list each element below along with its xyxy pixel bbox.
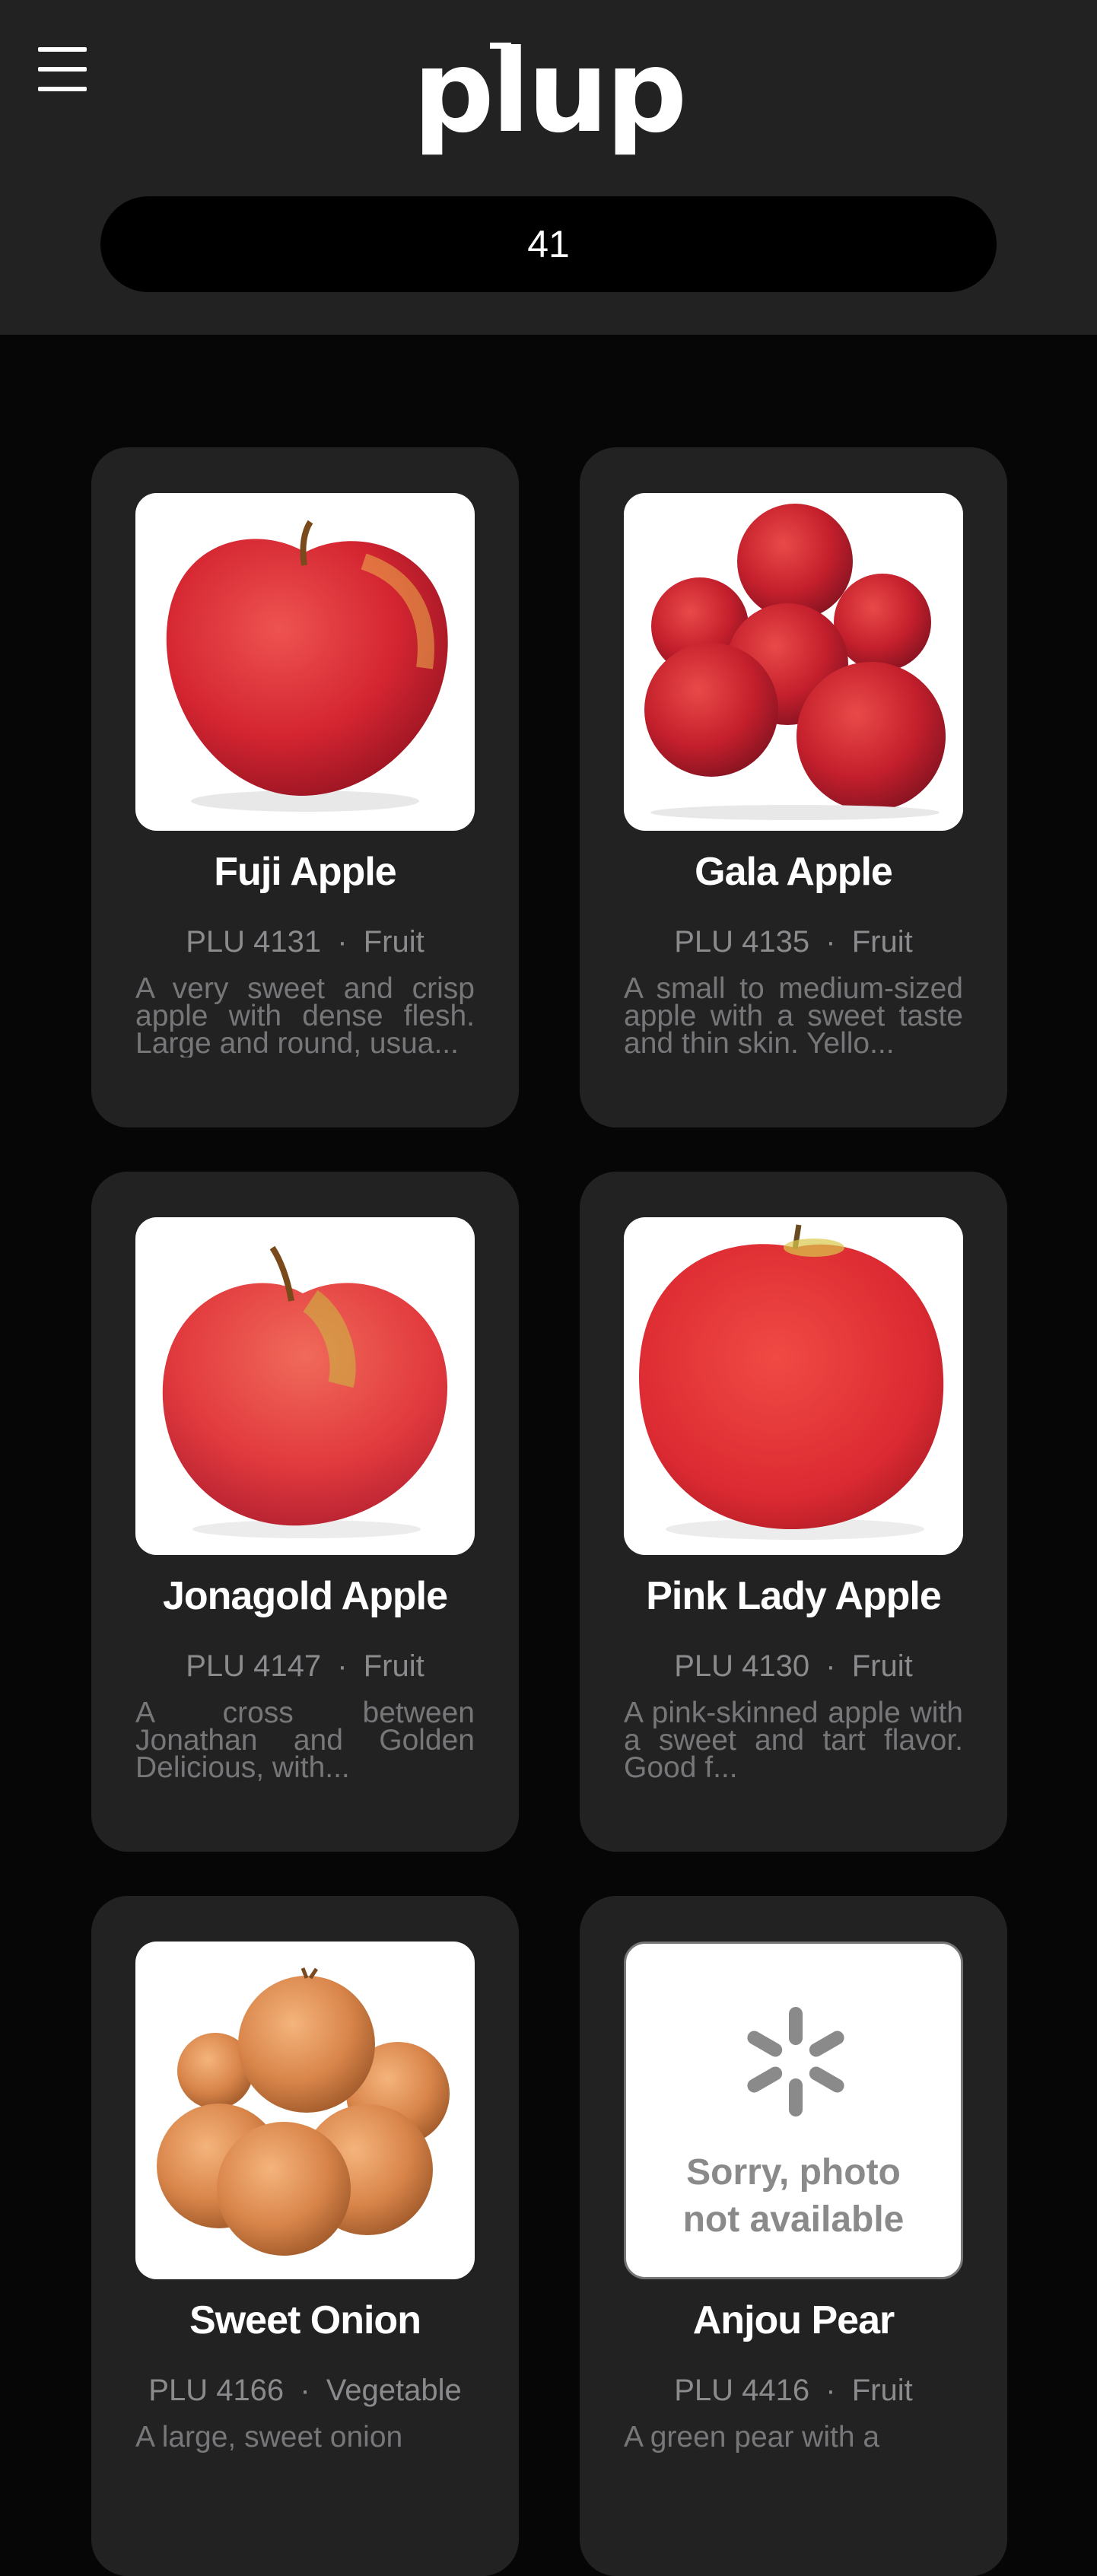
placeholder-line-1: Sorry, photo [686, 2152, 901, 2193]
product-plu: PLU 4166 [148, 2374, 285, 2407]
separator-dot: · [825, 1649, 836, 1683]
sweet-onions-icon [157, 1967, 450, 2256]
product-plu: PLU 4416 [674, 2374, 810, 2407]
product-photo [135, 493, 475, 831]
separator-dot: · [825, 925, 836, 959]
product-card-sweet-onion[interactable]: Sweet Onion PLU 4166 · Vegetable A large… [91, 1896, 519, 2576]
separator-dot: · [825, 2374, 836, 2407]
product-description: A very sweet and crisp apple with dense … [135, 975, 475, 1057]
fuji-apple-icon [166, 520, 448, 812]
product-card-pink-lady-apple[interactable]: Pink Lady Apple PLU 4130 · Fruit A pink-… [580, 1172, 1007, 1852]
app-header: plup [0, 0, 1097, 335]
photo-unavailable-text: Sorry, photo not available [626, 2149, 961, 2244]
product-plu: PLU 4147 [186, 1649, 322, 1683]
product-card-fuji-apple[interactable]: Fuji Apple PLU 4131 · Fruit A very sweet… [91, 447, 519, 1127]
product-meta: PLU 4130 · Fruit [580, 1649, 1007, 1684]
product-meta: PLU 4131 · Fruit [91, 925, 519, 959]
logo-text: plup [412, 26, 688, 158]
product-description: A green pear with a [624, 2424, 880, 2454]
product-meta: PLU 4416 · Fruit [580, 2374, 1007, 2408]
product-description: A small to medium-sized apple with a swe… [624, 975, 963, 1057]
separator-dot: · [300, 2374, 310, 2407]
product-meta: PLU 4147 · Fruit [91, 1649, 519, 1684]
pink-lady-apple-icon [639, 1224, 944, 1540]
gala-apples-icon [644, 504, 946, 820]
separator-dot: · [337, 925, 348, 959]
product-photo [135, 1942, 475, 2279]
product-plu: PLU 4131 [186, 925, 322, 959]
separator-dot: · [337, 1649, 348, 1683]
product-card-jonagold-apple[interactable]: Jonagold Apple PLU 4147 · Fruit A cross … [91, 1172, 519, 1852]
jonagold-apple-icon [162, 1245, 448, 1538]
product-name: Fuji Apple [214, 850, 396, 894]
product-name: Anjou Pear [692, 2298, 895, 2342]
product-category: Fruit [363, 1649, 424, 1683]
product-name: Sweet Onion [189, 2298, 421, 2342]
placeholder-line-2: not available [682, 2199, 905, 2240]
product-category: Fruit [851, 1649, 913, 1683]
product-category: Vegetable [326, 2374, 462, 2407]
product-category: Fruit [363, 925, 424, 959]
photo-unavailable-placeholder: Sorry, photo not available [624, 1942, 963, 2279]
product-name: Gala Apple [695, 850, 893, 894]
search-input[interactable] [100, 196, 997, 292]
product-category: Fruit [851, 925, 913, 959]
product-name: Pink Lady Apple [646, 1574, 942, 1618]
product-photo [135, 1217, 475, 1555]
product-description: A pink-skinned apple with a sweet and ta… [624, 1700, 963, 1782]
app-logo[interactable]: plup [0, 27, 1097, 164]
product-plu: PLU 4135 [674, 925, 810, 959]
product-plu: PLU 4130 [674, 1649, 810, 1683]
product-photo [624, 493, 963, 831]
product-meta: PLU 4135 · Fruit [580, 925, 1007, 959]
product-card-anjou-pear[interactable]: Sorry, photo not available Anjou Pear PL… [580, 1896, 1007, 2576]
product-description: A large, sweet onion [135, 2424, 403, 2454]
product-photo [624, 1217, 963, 1555]
product-category: Fruit [851, 2374, 913, 2407]
product-description: A cross between Jonathan and Golden Deli… [135, 1700, 475, 1782]
product-name: Jonagold Apple [162, 1574, 448, 1618]
spark-logo-icon [747, 2007, 844, 2116]
product-card-gala-apple[interactable]: Gala Apple PLU 4135 · Fruit A small to m… [580, 447, 1007, 1127]
product-meta: PLU 4166 · Vegetable [91, 2374, 519, 2408]
